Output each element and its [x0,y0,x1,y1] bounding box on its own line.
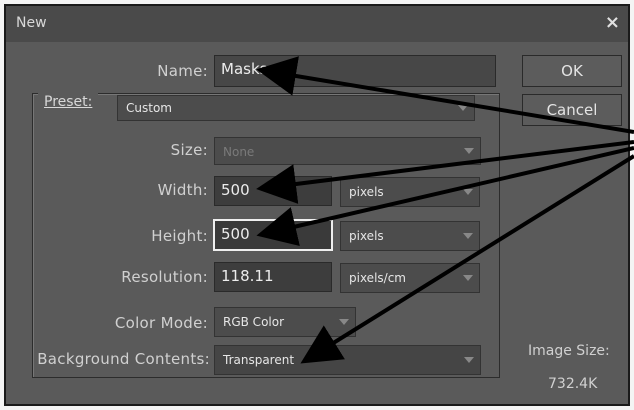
preset-value: Custom [126,101,172,115]
height-input[interactable]: 500 [213,219,333,251]
chevron-down-icon [463,275,473,281]
ok-button[interactable]: OK [522,55,622,87]
close-icon[interactable]: × [605,12,620,33]
background-contents-dropdown[interactable]: Transparent [214,345,481,375]
image-size-label: Image Size: [528,343,610,359]
height-unit-dropdown[interactable]: pixels [340,221,480,251]
image-size-value: 732.4K [548,376,598,392]
width-unit-value: pixels [349,185,384,199]
width-unit-dropdown[interactable]: pixels [340,177,480,207]
height-label: Height: [151,227,208,245]
size-value: None [223,145,255,159]
size-dropdown: None [214,137,481,165]
resolution-input[interactable]: 118.11 [214,262,332,292]
chevron-down-icon [463,189,473,195]
chevron-down-icon [458,105,468,111]
height-unit-value: pixels [349,229,384,243]
color-mode-value: RGB Color [223,315,285,329]
resolution-label: Resolution: [121,268,208,286]
resolution-unit-value: pixels/cm [349,271,406,285]
chevron-down-icon [464,148,474,154]
name-input[interactable]: Masks [214,55,496,87]
title-bar: New × [6,6,628,42]
background-contents-value: Transparent [223,353,295,367]
width-input[interactable]: 500 [214,176,332,206]
background-contents-label: Background Contents: [37,350,210,368]
cancel-button[interactable]: Cancel [522,94,622,126]
screenshot-frame: New × Name: Masks Preset: Custom Size: N… [0,0,634,410]
preset-dropdown[interactable]: Custom [117,95,475,121]
color-mode-dropdown[interactable]: RGB Color [214,307,356,337]
color-mode-label: Color Mode: [114,314,208,332]
width-label: Width: [157,181,208,199]
size-label: Size: [170,141,208,159]
resolution-unit-dropdown[interactable]: pixels/cm [340,263,480,293]
chevron-down-icon [464,357,474,363]
chevron-down-icon [339,319,349,325]
dialog-title: New [16,15,47,31]
chevron-down-icon [463,233,473,239]
preset-label: Preset: [38,92,99,112]
name-label: Name: [157,62,208,80]
